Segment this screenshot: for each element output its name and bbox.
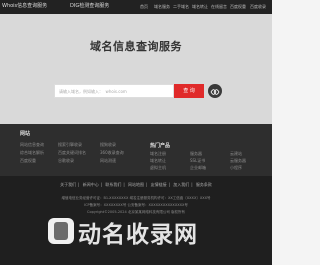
history-button[interactable]: [208, 84, 222, 98]
footer-link-contact[interactable]: 联系我们: [105, 182, 121, 187]
nav-item-transfer[interactable]: 域名转让: [192, 4, 208, 10]
footer-link-terms[interactable]: 服务条款: [196, 182, 212, 187]
nav-item-baidu-weight[interactable]: 百度权重: [230, 4, 246, 10]
footer-link-friends[interactable]: 友情链接: [151, 182, 167, 187]
footer-link[interactable]: 谷歌收录: [58, 158, 74, 164]
footer-link[interactable]: 网站测速: [100, 158, 116, 164]
footer-link[interactable]: 小程序: [230, 165, 242, 171]
hero-title: 域名信息查询服务: [90, 40, 182, 53]
footer-link-about[interactable]: 关于我们: [60, 182, 76, 187]
footer-links: 关于我们 | 新闻中心 | 联系我们 | 网站地图 | 友情链接 | 加入我们 | 服务条款: [60, 182, 212, 187]
nav-item-message[interactable]: 在线留言: [211, 4, 227, 10]
link-columns: 网站 网站信息查询 综合域名解析 百度权重 搜索引擎收录 百度关键词排名 谷歌收…: [0, 124, 272, 176]
footer-link[interactable]: 搜索引擎收录: [58, 142, 82, 148]
footer-link[interactable]: 企业邮箱: [190, 165, 206, 171]
nav-item-home[interactable]: 首页: [140, 4, 148, 10]
nav-item-domain[interactable]: 域名服务: [154, 4, 170, 10]
top-nav: Whois信息查询服务 DIG检测查询服务 首页 域名服务 二手域名 域名转让 …: [0, 0, 272, 14]
footer-link-news[interactable]: 新闻中心: [83, 182, 99, 187]
brand-whois-link[interactable]: Whois信息查询服务: [2, 3, 47, 10]
col-title-site: 网站: [20, 131, 31, 137]
brand-dig-link[interactable]: DIG检测查询服务: [70, 3, 109, 10]
footer-link[interactable]: 搜狗收录: [100, 142, 116, 148]
footer-link[interactable]: 云建站: [230, 151, 242, 157]
footer-link[interactable]: 域名注册: [150, 151, 166, 157]
footer-link[interactable]: 服务器: [190, 151, 202, 157]
footer-link-sitemap[interactable]: 网站地图: [128, 182, 144, 187]
footer-link[interactable]: 虚拟主机: [150, 165, 166, 171]
watermark-logo-icon: [48, 218, 74, 244]
domain-search-input[interactable]: [55, 85, 177, 97]
icp-text: ICP备案号：XXXXXXXX号 公安备案号：XXXXXXXXXXXXXXX号: [84, 203, 188, 207]
link-icon: [210, 89, 220, 95]
nav-item-secondhand[interactable]: 二手域名: [173, 4, 189, 10]
footer-link-join[interactable]: 加入我们: [173, 182, 189, 187]
hero-section: 域名信息查询服务 查 询: [0, 14, 272, 124]
footer-link[interactable]: 百度关键词排名: [58, 150, 86, 156]
search-button[interactable]: 查 询: [174, 84, 204, 98]
nav-item-baidu-index[interactable]: 百度收录: [250, 4, 266, 10]
footer-link[interactable]: 网站信息查询: [20, 142, 44, 148]
footer-link[interactable]: SSL证书: [190, 158, 205, 164]
search-box: [54, 84, 177, 98]
footer-link[interactable]: 域名转让: [150, 158, 166, 164]
watermark-text: 动名收录网: [78, 222, 198, 248]
footer-link[interactable]: 百度权重: [20, 158, 36, 164]
col-title-products: 热门产品: [150, 143, 171, 149]
footer-link[interactable]: 云服务器: [230, 158, 246, 164]
license-text: 增值电信业务经营许可证：B1-XXXXXXXX 域名注册服务机构许可：XX工信函…: [61, 196, 211, 200]
footer-link[interactable]: 360收录查询: [100, 150, 124, 156]
footer-link[interactable]: 综合域名解析: [20, 150, 44, 156]
